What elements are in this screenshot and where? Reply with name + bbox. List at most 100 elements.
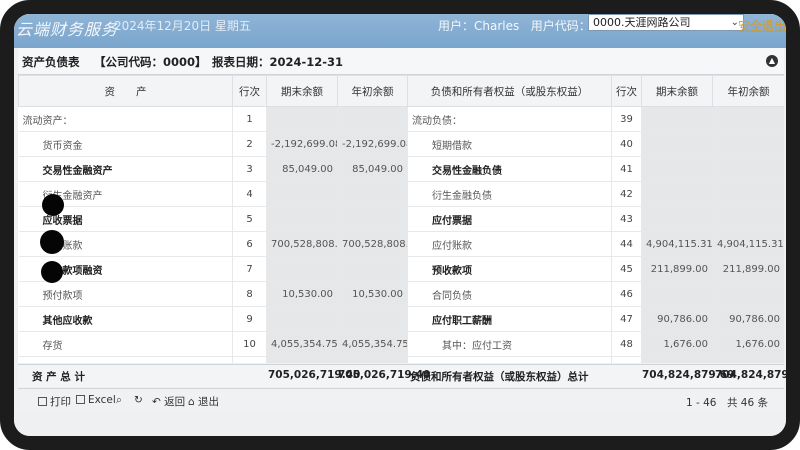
- cell-l-end: [641, 206, 713, 232]
- pagination-info: 1 - 46 共 46 条: [685, 397, 768, 409]
- table-row[interactable]: 货币资金 2 -2,192,699.08 -2,192,699.08 短期借款 40: [18, 131, 784, 157]
- table-row[interactable]: 其中：原材料11-380,143.37-380,143.37 应付福利费491,…: [18, 356, 784, 363]
- cell-l-seq: 48: [611, 331, 642, 357]
- col-header-assets: 资 产: [18, 75, 233, 107]
- cell-l-name: 预收款项: [407, 256, 612, 282]
- cell-a-end: 10,530.00: [266, 281, 338, 307]
- report-header: 资产负债表 【公司代码：0000】 报表日期：2024-12-31 ▲: [18, 48, 784, 75]
- col-header-end-balance: 期末余额: [266, 75, 338, 107]
- cell-a-begin: 700,528,808.00: [337, 231, 408, 257]
- cell-a-seq: 2: [232, 131, 267, 157]
- cell-a-end: -380,143.37: [266, 356, 338, 363]
- cell-a-seq: 8: [232, 281, 267, 307]
- cell-l-seq: 42: [611, 181, 642, 207]
- cell-a-begin: [337, 106, 408, 132]
- excel-button[interactable]: Excel: [76, 394, 116, 406]
- cell-a-begin: -2,192,699.08: [337, 131, 408, 157]
- cell-a-end: -2,192,699.08: [266, 131, 338, 157]
- col-header-liabilities: 负债和所有者权益（或股东权益）: [407, 75, 612, 107]
- cell-a-seq: 7: [232, 256, 267, 282]
- search-icon: ⌕: [116, 394, 122, 406]
- refresh-button[interactable]: ↻: [134, 394, 143, 406]
- company-select-value: 0000.天涯网路公司: [593, 16, 691, 29]
- cell-l-name: 应付职工薪酬: [407, 306, 612, 332]
- cell-l-name: 合同负债: [407, 281, 612, 307]
- cell-a-name: 存货: [18, 331, 233, 357]
- exit-button[interactable]: ⌂ 退出: [188, 394, 219, 409]
- cell-l-name: 衍生金融负债: [407, 181, 612, 207]
- report-title: 资产负债表: [22, 55, 80, 69]
- table-row[interactable]: 应收票据 5 应付票据 43: [18, 206, 784, 232]
- print-button[interactable]: 打印: [38, 394, 71, 409]
- redaction-dot: [41, 261, 63, 283]
- totals-row: 资 产 总 计 705,026,719.40 705,026,719.40 负债…: [18, 364, 786, 387]
- company-code: 【公司代码：0000】: [94, 55, 207, 69]
- table-row[interactable]: 应收款项融资 7 预收款项 45 211,899.00 211,899.00: [18, 256, 784, 282]
- table-row[interactable]: 预付款项 8 10,530.00 10,530.00 合同负债 46: [18, 281, 784, 307]
- cell-l-seq: 46: [611, 281, 642, 307]
- cell-l-end: 1,210.00: [641, 356, 713, 363]
- cell-l-seq: 47: [611, 306, 642, 332]
- cell-a-name: 流动资产：: [18, 106, 233, 132]
- cell-l-seq: 44: [611, 231, 642, 257]
- cell-a-begin: 4,055,354.75: [337, 331, 408, 357]
- printer-icon: [38, 397, 47, 406]
- cell-l-begin: [712, 206, 784, 232]
- cell-l-seq: 45: [611, 256, 642, 282]
- cell-l-name: 流动负债：: [407, 106, 612, 132]
- asset-total-label: 资 产 总 计: [32, 371, 85, 383]
- cell-l-name: 其中：应付工资: [407, 331, 612, 357]
- back-button[interactable]: ↶ 返回: [152, 394, 185, 409]
- cell-l-begin: 4,904,115.31: [712, 231, 784, 257]
- cell-l-seq: 49: [611, 356, 642, 363]
- table-row[interactable]: 其他应收款 9 应付职工薪酬 47 90,786.00 90,786.00: [18, 306, 784, 332]
- title-bar: 云端财务服务 2024年12月20日 星期五 用户：Charles 用户代码：0…: [14, 14, 786, 48]
- cell-l-seq: 41: [611, 156, 642, 182]
- company-select[interactable]: 0000.天涯网路公司 ⌄: [588, 14, 744, 31]
- cell-a-end: [266, 306, 338, 332]
- cell-a-begin: [337, 206, 408, 232]
- excel-label: Excel: [88, 394, 116, 406]
- cell-a-seq: 11: [232, 356, 267, 363]
- safe-exit-link[interactable]: 安全退出: [738, 17, 786, 34]
- cell-a-begin: [337, 181, 408, 207]
- redaction-dot: [42, 194, 64, 216]
- table-row[interactable]: 衍生金融资产 4 衍生金融负债 42: [18, 181, 784, 207]
- cell-a-seq: 9: [232, 306, 267, 332]
- balance-sheet-table-wrap[interactable]: 资 产 行次 期末余额 年初余额 负债和所有者权益（或股东权益） 行次 期末余额…: [18, 75, 784, 363]
- app-title: 云端财务服务: [16, 20, 119, 39]
- cell-l-end: [641, 181, 713, 207]
- col-header-begin-balance: 年初余额: [337, 75, 408, 107]
- table-row[interactable]: 流动资产： 1 流动负债： 39: [18, 106, 784, 132]
- cell-a-end: [266, 256, 338, 282]
- cell-l-begin: [712, 106, 784, 132]
- print-label: 打印: [50, 396, 71, 408]
- user-name: 用户：Charles: [438, 19, 520, 33]
- table-row[interactable]: 交易性金融资产 3 85,049.00 85,049.00 交易性金融负债 41: [18, 156, 784, 182]
- search-button[interactable]: ⌕: [116, 394, 122, 407]
- cell-a-begin: -380,143.37: [337, 356, 408, 363]
- app-screen: 云端财务服务 2024年12月20日 星期五 用户：Charles 用户代码：0…: [14, 14, 786, 436]
- report-date: 报表日期：2024-12-31: [212, 55, 344, 69]
- device-frame: 云端财务服务 2024年12月20日 星期五 用户：Charles 用户代码：0…: [0, 0, 800, 450]
- collapse-up-icon[interactable]: ▲: [766, 55, 778, 67]
- cell-l-begin: [712, 156, 784, 182]
- cell-l-seq: 39: [611, 106, 642, 132]
- cell-l-end: 90,786.00: [641, 306, 713, 332]
- cell-l-name: 应付票据: [407, 206, 612, 232]
- cell-l-begin: 211,899.00: [712, 256, 784, 282]
- home-indicator[interactable]: [320, 438, 508, 443]
- cell-a-end: [266, 106, 338, 132]
- table-row[interactable]: 存货 10 4,055,354.75 4,055,354.75 其中：应付工资 48 1,…: [18, 331, 784, 357]
- cell-a-begin: [337, 256, 408, 282]
- cell-l-begin: 90,786.00: [712, 306, 784, 332]
- cell-l-begin: [712, 181, 784, 207]
- refresh-icon: ↻: [134, 394, 143, 406]
- col-header-seq: 行次: [232, 75, 267, 107]
- cell-a-end: [266, 206, 338, 232]
- cell-a-begin: [337, 306, 408, 332]
- table-row[interactable]: 应收账款6700,528,808.00700,528,808.00 应付账款44…: [18, 231, 784, 257]
- cell-l-begin: [712, 131, 784, 157]
- cell-l-name: 应付福利费: [407, 356, 612, 363]
- excel-icon: [76, 395, 85, 404]
